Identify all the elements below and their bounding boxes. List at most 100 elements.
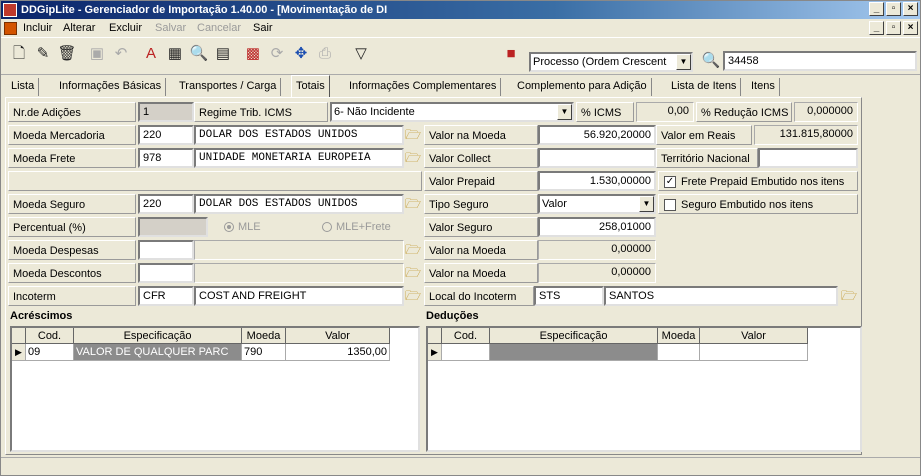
moeda-mercadoria-name[interactable]: DOLAR DOS ESTADOS UNIDOS xyxy=(194,125,404,145)
menu-salvar[interactable]: Salvar xyxy=(155,19,186,37)
tab-lista-itens[interactable]: Lista de Itens xyxy=(667,78,742,96)
descontos-valor-field[interactable]: 0,00000 xyxy=(538,263,656,283)
chevron-down-icon[interactable]: ▼ xyxy=(676,54,691,70)
grid-header-cod[interactable]: Cod. xyxy=(442,328,490,344)
row-indicator-icon[interactable]: ▶ xyxy=(428,344,442,361)
folder-icon[interactable]: 🗁 xyxy=(404,287,422,305)
trash-icon[interactable]: 🗑 xyxy=(57,44,77,64)
checkbox-check-icon[interactable]: ✓ xyxy=(664,176,676,188)
table-row-especificacao[interactable] xyxy=(490,344,658,361)
folder-icon[interactable]: 🗁 xyxy=(404,241,422,259)
refresh-icon[interactable]: ⟳ xyxy=(267,44,287,64)
moeda-mercadoria-code[interactable]: 220 xyxy=(138,125,194,145)
reducao-icms-field[interactable]: 0,000000 xyxy=(794,102,858,122)
edit-icon[interactable]: ✎ xyxy=(33,44,53,64)
tab-transportes-carga[interactable]: Transportes / Carga xyxy=(175,78,282,96)
moeda-despesas-code[interactable] xyxy=(138,240,194,260)
table-row-valor[interactable]: 1350,00 xyxy=(286,344,390,361)
child-minimize-button[interactable]: _ xyxy=(869,21,884,35)
menu-sair[interactable]: Sair xyxy=(253,19,273,37)
tab-complemento-adicao[interactable]: Complemento para Adição xyxy=(513,78,652,96)
tab-informacoes-complementares[interactable]: Informações Complementares xyxy=(345,78,502,96)
moeda-despesas-name[interactable] xyxy=(194,240,404,260)
moeda-frete-code[interactable]: 978 xyxy=(138,148,194,168)
incoterm-name[interactable]: COST AND FREIGHT xyxy=(194,286,404,306)
tab-itens[interactable]: Itens xyxy=(747,78,780,96)
mle-frete-radio[interactable]: MLE+Frete xyxy=(322,217,391,237)
grid-header-especificacao[interactable]: Especificação xyxy=(74,328,242,344)
tools-icon[interactable]: ✥ xyxy=(291,44,311,64)
undo-icon[interactable]: ↶ xyxy=(111,44,131,64)
save-icon[interactable]: ▣ xyxy=(87,44,107,64)
search-icon[interactable]: 🔍 xyxy=(701,51,721,71)
valor-moeda-field[interactable]: 56.920,20000 xyxy=(538,125,656,145)
folder-icon[interactable]: 🗁 xyxy=(404,149,422,167)
radio-selected-icon[interactable] xyxy=(224,222,234,232)
table-row-valor[interactable] xyxy=(700,344,808,361)
local-incoterm-name[interactable]: SANTOS xyxy=(604,286,838,306)
folder-icon[interactable]: 🗁 xyxy=(404,264,422,282)
stop-icon[interactable]: ■ xyxy=(501,44,521,64)
sort-order-select[interactable]: Processo (Ordem Crescent ▼ xyxy=(529,52,693,72)
new-icon[interactable]: 🗋 xyxy=(9,44,29,64)
table-row-especificacao[interactable]: VALOR DE QUALQUER PARC xyxy=(74,344,242,361)
checkbox-box-icon[interactable] xyxy=(664,199,676,211)
despesas-valor-field[interactable]: 0,00000 xyxy=(538,240,656,260)
zoom-icon[interactable]: 🔍 xyxy=(189,44,209,64)
territorio-nacional-field[interactable] xyxy=(758,148,858,168)
menu-alterar[interactable]: Alterar xyxy=(63,19,95,37)
menu-cancelar[interactable]: Cancelar xyxy=(197,19,241,37)
grid-header-valor[interactable]: Valor xyxy=(286,328,390,344)
tab-totais[interactable]: Totais xyxy=(291,75,330,97)
spellcheck-icon[interactable]: A xyxy=(141,44,161,64)
grid-header-moeda[interactable]: Moeda xyxy=(658,328,700,344)
frete-embutido-checkbox[interactable]: ✓ Frete Prepaid Embutido nos itens xyxy=(658,171,858,191)
report-icon[interactable]: ▩ xyxy=(243,44,263,64)
row-indicator-icon[interactable]: ▶ xyxy=(12,344,26,361)
valor-prepaid-field[interactable]: 1.530,00000 xyxy=(538,171,656,191)
page-icon[interactable]: ▤ xyxy=(213,44,233,64)
acrescimos-grid[interactable]: Cod. Especificação Moeda Valor ▶ 09 VALO… xyxy=(10,326,420,452)
minimize-button[interactable]: _ xyxy=(869,2,884,16)
local-incoterm-code[interactable]: STS xyxy=(534,286,604,306)
deducoes-grid[interactable]: Cod. Especificação Moeda Valor ▶ xyxy=(426,326,862,452)
incoterm-code[interactable]: CFR xyxy=(138,286,194,306)
seguro-embutido-checkbox[interactable]: Seguro Embutido nos itens xyxy=(658,194,858,214)
table-row-cod[interactable] xyxy=(442,344,490,361)
percentual-field[interactable] xyxy=(138,217,208,237)
menu-excluir[interactable]: Excluir xyxy=(109,19,142,37)
regime-select[interactable]: 6- Não Incidente ▼ xyxy=(330,102,574,122)
menu-incluir[interactable]: Incluir xyxy=(23,19,52,37)
chevron-down-icon[interactable]: ▼ xyxy=(639,196,654,212)
tab-informacoes-basicas[interactable]: Informações Básicas xyxy=(55,78,167,96)
folder-icon[interactable]: 🗁 xyxy=(840,287,858,305)
nr-adicoes-field[interactable]: 1 xyxy=(138,102,194,122)
child-restore-button[interactable]: ▫ xyxy=(886,21,901,35)
table-row-moeda[interactable]: 790 xyxy=(242,344,286,361)
icms-field[interactable]: 0,00 xyxy=(636,102,694,122)
moeda-seguro-name[interactable]: DOLAR DOS ESTADOS UNIDOS xyxy=(194,194,404,214)
calculator-icon[interactable]: ▦ xyxy=(165,44,185,64)
print-icon[interactable]: ⎙ xyxy=(315,44,335,64)
valor-collect-field[interactable] xyxy=(538,148,656,168)
valor-reais-field[interactable]: 131.815,80000 xyxy=(754,125,858,145)
restore-button[interactable]: ▫ xyxy=(886,2,901,16)
grid-header-especificacao[interactable]: Especificação xyxy=(490,328,658,344)
tipo-seguro-select[interactable]: Valor ▼ xyxy=(538,194,656,214)
moeda-seguro-code[interactable]: 220 xyxy=(138,194,194,214)
chevron-down-icon[interactable]: ▼ xyxy=(557,104,572,120)
radio-icon[interactable] xyxy=(322,222,332,232)
filter-icon[interactable]: ▽ xyxy=(351,44,371,64)
table-row-moeda[interactable] xyxy=(658,344,700,361)
moeda-descontos-name[interactable] xyxy=(194,263,404,283)
search-input[interactable]: 34458 xyxy=(723,51,917,71)
grid-header-cod[interactable]: Cod. xyxy=(26,328,74,344)
table-row-cod[interactable]: 09 xyxy=(26,344,74,361)
tab-lista[interactable]: Lista xyxy=(7,78,40,96)
moeda-descontos-code[interactable] xyxy=(138,263,194,283)
grid-header-valor[interactable]: Valor xyxy=(700,328,808,344)
mle-radio[interactable]: MLE xyxy=(224,217,261,237)
valor-seguro-field[interactable]: 258,01000 xyxy=(538,217,656,237)
moeda-frete-name[interactable]: UNIDADE MONETARIA EUROPEIA xyxy=(194,148,404,168)
grid-header-moeda[interactable]: Moeda xyxy=(242,328,286,344)
